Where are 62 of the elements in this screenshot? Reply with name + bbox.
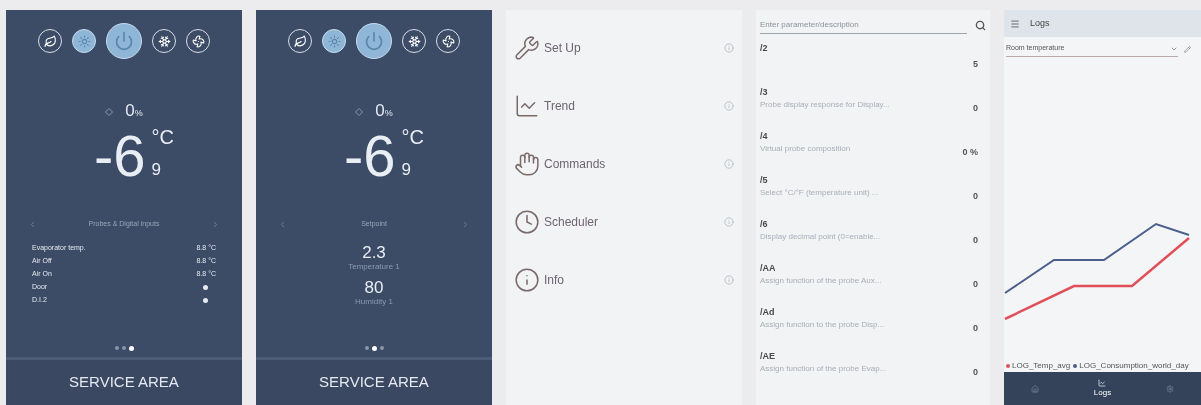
legend-label: LOG_Consumption_world_day [1079, 360, 1189, 372]
search-icon[interactable] [975, 19, 986, 31]
menu-item[interactable]: Trend [506, 88, 742, 123]
parameter-row[interactable]: /6 Display decimal point (0=enable... 0 [760, 216, 986, 260]
leaf-icon [43, 34, 57, 48]
humidity-value: 0% [125, 102, 143, 119]
parameter-row[interactable]: /2 5 [760, 40, 986, 84]
humidity-value: 0% [375, 102, 393, 119]
setpoint-value: 80 [364, 278, 384, 296]
setpoint-value: 2.3 [362, 243, 386, 261]
temperature-decimal: 9 [151, 161, 163, 178]
pencil-icon[interactable] [1184, 45, 1191, 53]
info-icon [514, 266, 540, 293]
menu-item[interactable]: Info [506, 262, 742, 297]
service-area-button[interactable]: SERVICE AREA [6, 357, 242, 405]
power-icon [114, 31, 134, 51]
next-icon[interactable] [211, 219, 220, 229]
search-field[interactable]: Enter parameter/description [760, 16, 967, 34]
nav-tab[interactable] [1165, 384, 1174, 393]
setpoint-caption: Temperature 1 [348, 260, 400, 273]
temperature-unit: °C [401, 127, 424, 147]
wrench-icon [514, 34, 540, 61]
fan-icon [191, 34, 205, 48]
previous-icon[interactable] [278, 219, 287, 229]
light-mode-button[interactable] [72, 29, 96, 53]
nav-icon [1098, 378, 1107, 387]
menu-item[interactable]: Scheduler [506, 204, 742, 239]
parameter-row[interactable]: /5 Select °C/°F (temperature unit) ... 0 [760, 172, 986, 216]
power-mode-button[interactable] [356, 23, 392, 59]
legend-label: LOG_Temp_avg [1012, 360, 1071, 372]
nav-tab[interactable]: Logs [1093, 378, 1112, 399]
light-mode-button[interactable] [322, 29, 346, 53]
parameter-row[interactable]: /3 Probe display response for Display... 0 [760, 84, 986, 128]
temperature-unit: °C [151, 127, 174, 147]
temperature-value: -6 [344, 127, 396, 185]
nav-tab[interactable] [1031, 384, 1040, 393]
nav-icon [1165, 384, 1174, 393]
humidity-icon [105, 108, 114, 116]
app-title: Logs [1030, 16, 1050, 30]
service-area-button[interactable]: SERVICE AREA [256, 357, 492, 405]
power-mode-button[interactable] [106, 23, 142, 59]
temperature-decimal: 9 [401, 161, 413, 178]
previous-icon[interactable] [28, 219, 37, 229]
setpoint-caption: Humidity 1 [355, 295, 393, 308]
hand-icon [514, 150, 540, 177]
nav-icon [1031, 384, 1040, 393]
fan-icon [441, 34, 455, 48]
power-icon [364, 31, 384, 51]
defrost-icon [407, 34, 421, 48]
menu-icon[interactable] [1010, 18, 1020, 29]
menu-item[interactable]: Commands [506, 146, 742, 181]
next-icon[interactable] [461, 219, 470, 229]
defrost-icon [157, 34, 171, 48]
humidity-icon [355, 108, 364, 116]
light-icon [327, 34, 341, 48]
light-icon [77, 34, 91, 48]
parameter-row[interactable]: /Ad Assign function to the probe Disp... 0 [760, 304, 986, 348]
parameter-row[interactable]: /4 Virtual probe composition 0 % [760, 128, 986, 172]
leaf-icon [293, 34, 307, 48]
clock-icon [514, 208, 540, 235]
temperature-value: -6 [94, 127, 146, 185]
menu-item[interactable]: Set Up [506, 30, 742, 65]
